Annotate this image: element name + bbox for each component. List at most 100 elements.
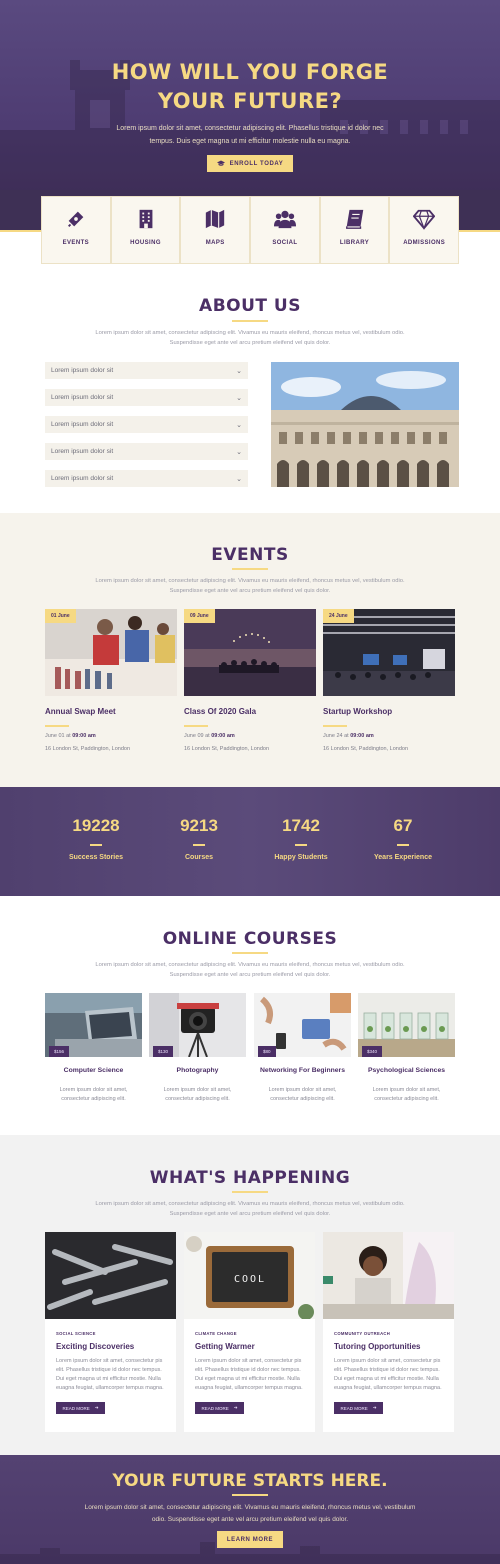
stat-value: 19228 (72, 816, 120, 835)
quicknav-item-events[interactable]: EVENTS (41, 196, 111, 264)
chalkboard-text: COOL (234, 1274, 266, 1285)
post-title[interactable]: Tutoring Opportunities (334, 1342, 443, 1351)
read-more-button[interactable]: READ MORE ➔ (56, 1402, 105, 1414)
chalkboard-photo: COOL (184, 1232, 315, 1319)
chevron-down-icon: ⌄ (236, 421, 242, 429)
accordion-item[interactable]: Lorem ipsum dolor sit ⌄ (45, 362, 248, 379)
course-card[interactable]: $130 Photography Lorem ipsum dolor sit a… (149, 993, 246, 1104)
about-title: ABOUT US (199, 296, 301, 316)
post-card[interactable]: SOCIAL SCIENCE Exciting Discoveries Lore… (45, 1232, 176, 1432)
stat-label: Courses (184, 853, 213, 861)
stat-years-experience: 67 Years Experience (348, 816, 458, 861)
event-when: June 24 at 09:00 am (323, 732, 374, 739)
happening-title: WHAT'S HAPPENING (149, 1168, 351, 1188)
about-text: Lorem ipsum dolor sit amet, consectetur … (95, 330, 405, 346)
event-title[interactable]: Startup Workshop (323, 707, 455, 716)
quicknav-item-social[interactable]: SOCIAL (250, 196, 320, 264)
course-title[interactable]: Photography (149, 1067, 246, 1074)
course-title[interactable]: Psychological Sciences (358, 1067, 455, 1074)
event-divider (184, 725, 208, 727)
course-title[interactable]: Networking For Beginners (254, 1067, 351, 1074)
book-icon (345, 209, 363, 229)
stat-value: 1742 (282, 816, 320, 835)
accordion-item[interactable]: Lorem ipsum dolor sit ⌄ (45, 416, 248, 433)
about-image (271, 362, 459, 487)
accordion-item[interactable]: Lorem ipsum dolor sit ⌄ (45, 389, 248, 406)
building-icon (139, 209, 152, 229)
stat-happy-students: 1742 Happy Students (246, 816, 356, 861)
happening-text: Lorem ipsum dolor sit amet, consectetur … (95, 1201, 405, 1217)
cta-title: YOUR FUTURE STARTS HERE. (112, 1471, 388, 1491)
post-image (45, 1232, 176, 1319)
course-card[interactable]: $80 Networking For Beginners Lorem ipsum… (254, 993, 351, 1104)
course-title[interactable]: Computer Science (45, 1067, 142, 1074)
chevron-down-icon: ⌄ (236, 475, 242, 483)
course-price: $130 (153, 1046, 174, 1057)
read-more-button[interactable]: READ MORE ➔ (195, 1402, 244, 1414)
happening-title-underline (232, 1191, 268, 1193)
enroll-today-button[interactable]: ENROLL TODAY (207, 155, 293, 172)
event-date-badge: 01 June (45, 609, 76, 623)
course-card[interactable]: $156 Computer Science Lorem ipsum dolor … (45, 993, 142, 1104)
stat-label: Happy Students (274, 853, 328, 861)
diamond-icon (413, 209, 436, 230)
read-more-button[interactable]: READ MORE ➔ (334, 1402, 383, 1414)
post-title[interactable]: Getting Warmer (195, 1342, 304, 1351)
course-description: Lorem ipsum dolor sit amet, consectetur … (163, 1087, 232, 1102)
courses-title-underline (232, 952, 268, 954)
event-card[interactable]: 09 June Class Of 2020 Gala June 09 at 09… (184, 609, 316, 752)
learn-more-button[interactable]: LEARN MORE (217, 1531, 283, 1548)
about-title-underline (232, 320, 268, 322)
course-image: $130 (149, 993, 246, 1057)
arrow-right-icon: ➔ (233, 1405, 238, 1410)
course-description: Lorem ipsum dolor sit amet, consectetur … (59, 1087, 128, 1102)
palace-photo (271, 362, 459, 487)
quicknav-item-maps[interactable]: MAPS (180, 196, 251, 264)
event-image: 09 June (184, 609, 316, 696)
event-card[interactable]: 01 June Annual Swap Meet June 01 at 09:0… (45, 609, 177, 752)
post-excerpt: Lorem ipsum dolor sit amet, consectetur … (195, 1358, 303, 1391)
event-title[interactable]: Class Of 2020 Gala (184, 707, 316, 716)
post-category: COMMUNITY OUTREACH (334, 1331, 391, 1336)
event-divider (45, 725, 69, 727)
quicknav-item-library[interactable]: LIBRARY (319, 196, 390, 264)
event-location: 16 London St, Paddington, London (323, 745, 409, 752)
event-date-badge: 09 June (184, 609, 215, 623)
courses-title: ONLINE COURSES (162, 929, 338, 949)
event-divider (323, 725, 347, 727)
arrow-right-icon: ➔ (372, 1405, 377, 1410)
stat-value: 67 (393, 816, 413, 835)
stat-value: 9213 (180, 816, 218, 835)
post-card[interactable]: COOL CLIMATE CHANGE Getting Warmer Lorem… (184, 1232, 315, 1432)
event-title[interactable]: Annual Swap Meet (45, 707, 177, 716)
quicknav-item-housing[interactable]: HOUSING (110, 196, 181, 264)
stat-success-stories: 19228 Success Stories (41, 816, 151, 861)
course-price: $340 (362, 1046, 383, 1057)
event-when: June 01 at 09:00 am (45, 732, 96, 739)
course-card[interactable]: $340 Psychological Sciences Lorem ipsum … (358, 993, 455, 1104)
graduation-cap-icon (216, 160, 225, 166)
course-image: $340 (358, 993, 455, 1057)
chevron-down-icon: ⌄ (236, 394, 242, 402)
chevron-down-icon: ⌄ (236, 367, 242, 375)
ticket-icon (67, 211, 84, 227)
post-title[interactable]: Exciting Discoveries (56, 1342, 165, 1351)
stat-courses: 9213 Courses (144, 816, 254, 861)
course-price: $80 (258, 1046, 276, 1057)
event-card[interactable]: 24 June Startup Workshop June 24 at 09:0… (323, 609, 455, 752)
accordion-item[interactable]: Lorem ipsum dolor sit ⌄ (45, 443, 248, 460)
quicknav-item-admissions[interactable]: ADMISSIONS (389, 196, 460, 264)
stat-divider (193, 844, 205, 846)
event-location: 16 London St, Paddington, London (45, 745, 131, 752)
post-card[interactable]: COMMUNITY OUTREACH Tutoring Opportunitie… (323, 1232, 454, 1432)
accordion-item[interactable]: Lorem ipsum dolor sit ⌄ (45, 470, 248, 487)
post-image: COOL (184, 1232, 315, 1319)
events-text: Lorem ipsum dolor sit amet, consectetur … (95, 578, 405, 594)
post-excerpt: Lorem ipsum dolor sit amet, consectetur … (334, 1358, 442, 1391)
post-excerpt: Lorem ipsum dolor sit amet, consectetur … (56, 1358, 164, 1391)
event-location: 16 London St, Paddington, London (184, 745, 270, 752)
users-icon (273, 210, 296, 229)
stat-divider (397, 844, 409, 846)
cta-section: YOUR FUTURE STARTS HERE. Lorem ipsum dol… (0, 1455, 500, 1564)
events-title: EVENTS (211, 545, 289, 565)
